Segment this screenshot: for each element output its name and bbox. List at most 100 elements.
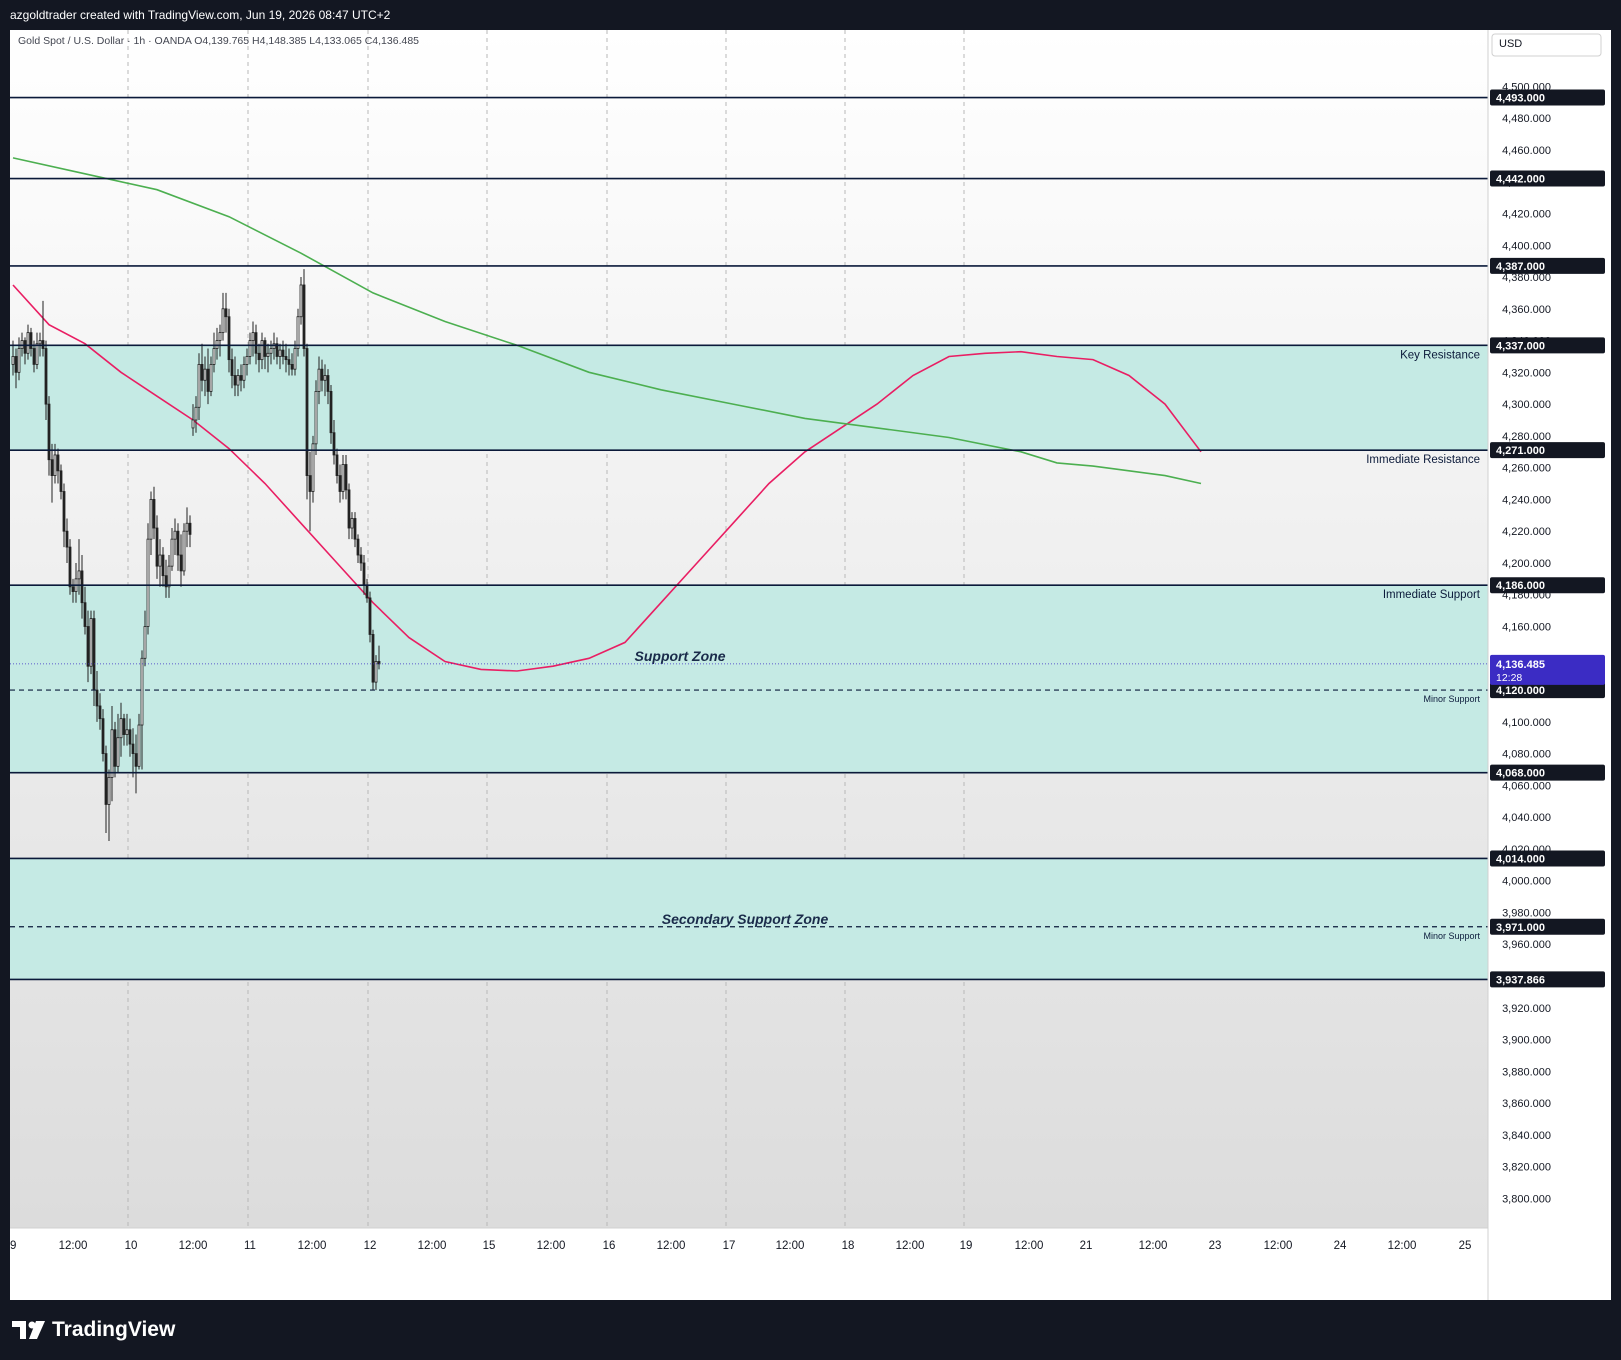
x-tick-label: 24 <box>1334 1240 1347 1252</box>
candle-body <box>44 348 48 405</box>
candle-body <box>32 348 36 365</box>
brand-name: TradingView <box>52 1318 176 1341</box>
price-chart[interactable]: Support Zone Secondary Support Zone Key R… <box>10 26 1611 1300</box>
x-tick-label: 12 <box>364 1240 377 1252</box>
candle-body <box>86 626 90 667</box>
y-tick-label: 3,900.000 <box>1502 1035 1551 1047</box>
candle <box>371 629 375 691</box>
candle-body <box>305 348 309 477</box>
candle-body <box>17 348 21 373</box>
candle-body <box>173 530 177 540</box>
y-tick-label: 3,800.000 <box>1502 1193 1551 1205</box>
candle-body <box>125 729 129 735</box>
candle-body <box>146 538 150 627</box>
candle-body <box>338 475 342 492</box>
candle-body <box>203 368 207 381</box>
candle-body <box>122 718 126 735</box>
candle-body <box>14 356 18 373</box>
tradingview-brand[interactable]: TradingView <box>12 1316 175 1344</box>
candle-body <box>152 499 156 529</box>
candle-body <box>341 464 345 492</box>
candle-body <box>326 375 330 392</box>
bar-countdown: 12:28 <box>1496 672 1522 684</box>
candle <box>89 610 93 675</box>
candle-body <box>83 602 87 627</box>
candle-body <box>143 626 147 659</box>
candle-body <box>188 522 192 535</box>
candle-body <box>71 586 75 592</box>
candle-body <box>347 489 351 529</box>
candle-body <box>98 705 102 720</box>
candle-body <box>11 356 15 365</box>
candle-body <box>134 753 138 767</box>
candle-body <box>77 570 81 580</box>
candle-body <box>200 364 204 381</box>
candle-body <box>284 356 288 361</box>
candle-body <box>38 340 42 345</box>
candle-body <box>119 718 123 739</box>
candle-body <box>47 403 51 461</box>
y-tick-label: 4,420.000 <box>1502 208 1551 220</box>
candle-body <box>257 352 261 361</box>
x-tick-label: 12:00 <box>1264 1240 1293 1252</box>
x-tick-label: 12:00 <box>657 1240 686 1252</box>
candle-body <box>251 332 255 341</box>
candle-body <box>140 657 144 726</box>
y-tick-label: 3,860.000 <box>1502 1098 1551 1110</box>
candle-body <box>155 527 159 567</box>
candle-body <box>101 718 105 755</box>
candle-body <box>80 570 84 604</box>
candle-body <box>317 368 321 392</box>
candle-body <box>371 634 375 683</box>
y-tick-label: 4,220.000 <box>1502 526 1551 538</box>
footer-bar <box>0 1300 1621 1360</box>
candle <box>146 523 150 635</box>
x-tick-label: 19 <box>960 1240 973 1252</box>
candle-body <box>254 332 258 354</box>
candle-body <box>65 530 69 548</box>
candle-body <box>278 349 282 357</box>
x-tick-label: 9 <box>10 1240 16 1252</box>
candle-body <box>137 724 141 767</box>
candle-body <box>296 316 300 349</box>
level-axis-value: 4,014.000 <box>1496 853 1545 865</box>
candle-body <box>269 348 273 354</box>
y-tick-label: 4,260.000 <box>1502 463 1551 475</box>
candle-body <box>323 375 327 381</box>
candle-body <box>194 406 198 421</box>
y-tick-label: 3,980.000 <box>1502 907 1551 919</box>
minor-level-label: Minor Support <box>1423 931 1480 941</box>
chart-legend: Gold Spot / U.S. Dollar · 1h · OANDA O4,… <box>18 35 419 47</box>
candle-body <box>185 522 189 532</box>
x-tick-label: 23 <box>1209 1240 1222 1252</box>
candle-body <box>131 743 135 755</box>
x-tick-label: 17 <box>723 1240 736 1252</box>
candle-body <box>233 375 237 386</box>
chart-frame[interactable]: Support Zone Secondary Support Zone Key R… <box>10 26 1611 1300</box>
currency-label: USD <box>1499 38 1522 50</box>
candle-body <box>299 284 303 318</box>
level-label: Immediate Resistance <box>1366 454 1480 466</box>
candle <box>68 539 72 595</box>
level-axis-value: 4,442.000 <box>1496 174 1545 186</box>
x-tick-label: 12:00 <box>179 1240 208 1252</box>
candle-body <box>158 554 162 567</box>
y-tick-label: 4,320.000 <box>1502 367 1551 379</box>
candle <box>182 523 186 576</box>
candle-body <box>170 538 174 567</box>
y-tick-label: 3,960.000 <box>1502 939 1551 951</box>
level-axis-value: 4,120.000 <box>1496 685 1545 697</box>
candle-body <box>26 332 30 354</box>
candle-body <box>209 364 213 392</box>
candle-body <box>353 518 357 540</box>
candle-body <box>227 316 231 361</box>
candle-body <box>350 518 354 529</box>
candle-body <box>176 530 180 556</box>
zone-label: Support Zone <box>635 648 726 664</box>
y-tick-label: 4,400.000 <box>1502 240 1551 252</box>
candle-body <box>290 364 294 370</box>
candle <box>314 380 318 455</box>
x-tick-label: 12:00 <box>537 1240 566 1252</box>
candle-body <box>197 364 201 408</box>
candle-body <box>95 689 99 707</box>
